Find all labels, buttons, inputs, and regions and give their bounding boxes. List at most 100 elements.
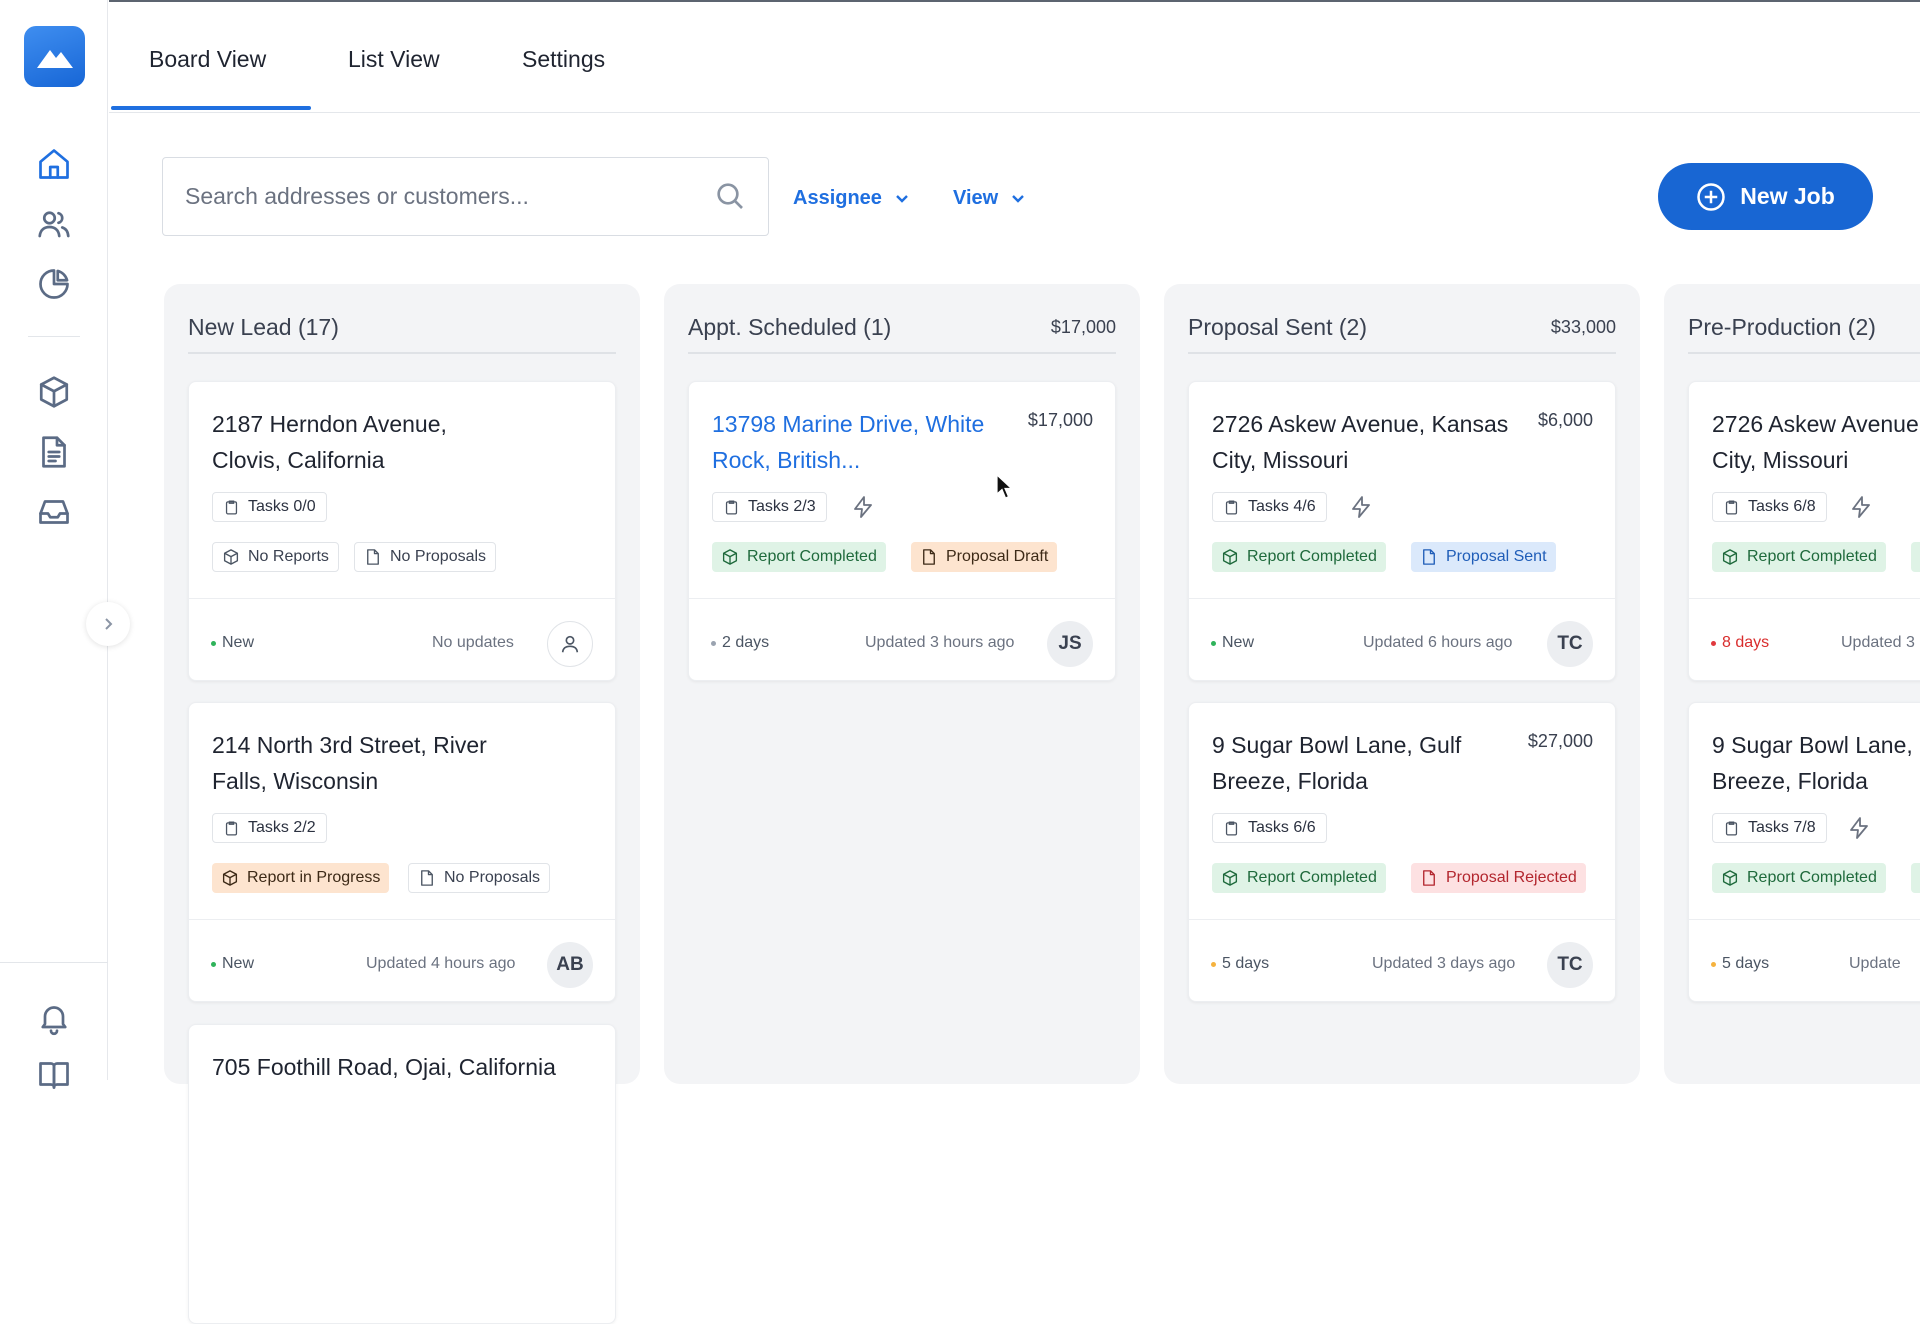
card-footer: 5 days Updated 3 days ago TC: [1189, 919, 1615, 1001]
report-status-badge[interactable]: Report in Progress: [212, 863, 390, 893]
job-address[interactable]: 13798 Marine Drive, White Rock, British.…: [712, 406, 1022, 478]
new-job-button[interactable]: New Job: [1658, 163, 1873, 230]
proposal-status-badge[interactable]: [1911, 863, 1920, 893]
job-address[interactable]: 2726 Askew Avenue, Kansas City, Missouri: [1212, 406, 1522, 478]
tasks-chip[interactable]: Tasks 6/8: [1712, 492, 1827, 522]
card-footer: 2 days Updated 3 hours ago JS: [689, 598, 1115, 680]
tasks-chip[interactable]: Tasks 0/0: [212, 492, 327, 522]
nav-products[interactable]: [32, 370, 76, 414]
job-address[interactable]: 2187 Herndon Avenue, Clovis, California: [212, 406, 522, 478]
tasks-chip[interactable]: Tasks 6/6: [1212, 813, 1327, 843]
job-stage-label: 5 days: [1722, 955, 1770, 972]
job-card[interactable]: 13798 Marine Drive, White Rock, British.…: [688, 381, 1116, 681]
job-card[interactable]: 9 Sugar Bowl Lane, Gulf Breeze, Florida …: [1688, 702, 1920, 1002]
job-stage-status: 2 days: [711, 634, 769, 652]
assignee-avatar[interactable]: TC: [1547, 942, 1593, 988]
automation-bolt-icon[interactable]: [1349, 495, 1373, 519]
last-updated: Updated 3 days ago: [1372, 955, 1516, 972]
nav-home[interactable]: [32, 142, 76, 186]
nav-help[interactable]: [32, 1052, 76, 1096]
clipboard-icon: [725, 499, 738, 515]
nav-reports[interactable]: [32, 262, 76, 306]
proposal-status-label: Proposal Rejected: [1446, 869, 1577, 886]
job-card[interactable]: 705 Foothill Road, Ojai, California: [188, 1024, 616, 1324]
tasks-chip[interactable]: Tasks 2/2: [212, 813, 327, 843]
tasks-chip[interactable]: Tasks 4/6: [1212, 492, 1327, 522]
document-icon: [1423, 870, 1435, 886]
assignee-avatar[interactable]: JS: [1047, 621, 1093, 667]
column-header: Appt. Scheduled (1) $17,000: [688, 314, 1116, 354]
search-box: [162, 157, 769, 236]
card-footer: New No updates: [189, 598, 615, 680]
sidebar: [0, 0, 108, 1089]
status-dot: [211, 640, 216, 646]
job-address[interactable]: 9 Sugar Bowl Lane, Gulf Breeze, Florida: [1212, 727, 1522, 799]
job-address[interactable]: 214 North 3rd Street, River Falls, Wisco…: [212, 727, 522, 799]
inbox-icon: [39, 500, 69, 524]
nav-documents[interactable]: [32, 430, 76, 474]
automation-bolt-icon[interactable]: [1847, 816, 1871, 840]
job-amount: $17,000: [1027, 410, 1093, 430]
search-input[interactable]: [185, 158, 685, 235]
report-status-badge[interactable]: Report Completed: [1212, 542, 1386, 572]
cube-icon: [1722, 549, 1738, 565]
job-stage-label: New: [222, 634, 255, 651]
report-status-badge[interactable]: Report Completed: [1712, 863, 1886, 893]
job-stage-label: New: [1222, 634, 1255, 651]
nav-inbox[interactable]: [32, 490, 76, 534]
report-status-badge[interactable]: Report Completed: [1712, 542, 1886, 572]
mouse-cursor-icon: [996, 474, 1014, 499]
job-stage-label: 8 days: [1722, 634, 1770, 651]
search-icon[interactable]: [714, 180, 746, 212]
cube-icon: [39, 376, 69, 408]
proposal-status-badge[interactable]: Proposal Rejected: [1411, 863, 1586, 893]
card-footer: 5 days Update: [1689, 919, 1920, 1001]
assignee-dropdown[interactable]: Assignee: [793, 178, 910, 218]
mountain-logo-icon: [36, 49, 73, 68]
job-stage-status: 5 days: [1211, 955, 1269, 973]
clipboard-icon: [1725, 499, 1738, 515]
report-status-label: Report Completed: [1247, 548, 1377, 565]
report-status-badge[interactable]: Report Completed: [1212, 863, 1386, 893]
report-status-badge[interactable]: Report Completed: [712, 542, 886, 572]
report-status-badge[interactable]: No Reports: [212, 542, 339, 572]
proposal-status-badge[interactable]: No Proposals: [408, 863, 551, 893]
view-dropdown[interactable]: View: [953, 178, 1026, 218]
automation-bolt-icon[interactable]: [1849, 495, 1873, 519]
tab-board-view[interactable]: Board View: [149, 46, 266, 73]
tasks-count: Tasks 7/8: [1748, 819, 1816, 836]
status-dot: [1211, 640, 1216, 646]
job-card[interactable]: 214 North 3rd Street, River Falls, Wisco…: [188, 702, 616, 1002]
job-card[interactable]: 2187 Herndon Avenue, Clovis, California …: [188, 381, 616, 681]
job-card[interactable]: 2726 Askew Avenue, Kansas City, Missouri…: [1688, 381, 1920, 681]
tab-list-view[interactable]: List View: [348, 46, 440, 73]
tab-settings[interactable]: Settings: [522, 46, 605, 73]
column-header: Pre-Production (2): [1688, 314, 1920, 354]
proposal-status-badge[interactable]: Proposal Draft: [911, 542, 1058, 572]
job-address[interactable]: 2726 Askew Avenue, Kansas City, Missouri: [1712, 406, 1920, 478]
job-stage-label: New: [222, 955, 255, 972]
cube-icon: [1222, 870, 1238, 886]
nav-notifications[interactable]: [32, 996, 76, 1040]
app-logo[interactable]: [24, 26, 85, 87]
tasks-count: Tasks 2/3: [748, 498, 816, 515]
assign-user-button[interactable]: [547, 621, 593, 667]
tasks-chip[interactable]: Tasks 2/3: [712, 492, 827, 522]
status-dot: [1711, 640, 1716, 646]
job-address[interactable]: 9 Sugar Bowl Lane, Gulf Breeze, Florida: [1712, 727, 1920, 799]
column-appt-scheduled: Appt. Scheduled (1) $17,000 13798 Marine…: [664, 284, 1140, 1084]
nav-customers[interactable]: [32, 202, 76, 246]
tasks-count: Tasks 6/6: [1248, 819, 1316, 836]
assignee-avatar[interactable]: TC: [1547, 621, 1593, 667]
assignee-avatar[interactable]: AB: [547, 942, 593, 988]
sidebar-expand-button[interactable]: [86, 602, 130, 646]
job-card[interactable]: 9 Sugar Bowl Lane, Gulf Breeze, Florida …: [1188, 702, 1616, 1002]
job-stage-status: 8 days: [1711, 634, 1769, 652]
automation-bolt-icon[interactable]: [851, 495, 875, 519]
column-title: Pre-Production (2): [1688, 314, 1876, 340]
proposal-status-badge[interactable]: [1911, 542, 1920, 572]
job-card[interactable]: 2726 Askew Avenue, Kansas City, Missouri…: [1188, 381, 1616, 681]
proposal-status-badge[interactable]: Proposal Sent: [1411, 542, 1556, 572]
tasks-chip[interactable]: Tasks 7/8: [1712, 813, 1827, 843]
proposal-status-badge[interactable]: No Proposals: [354, 542, 497, 572]
